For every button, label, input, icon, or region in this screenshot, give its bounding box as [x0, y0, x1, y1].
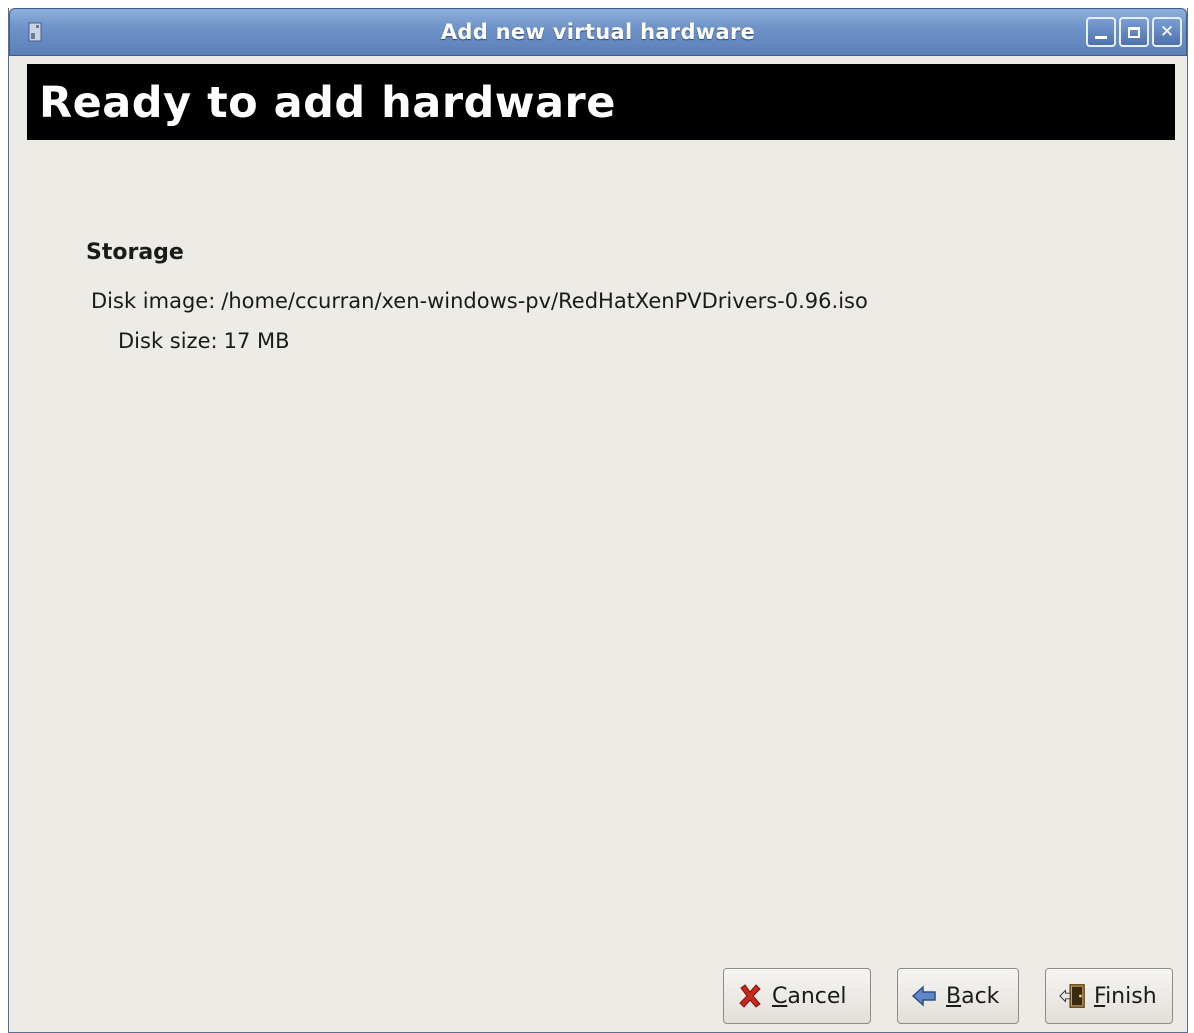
cancel-label: Cancel: [772, 983, 847, 1009]
section-heading-storage: Storage: [86, 240, 184, 265]
maximize-button[interactable]: [1119, 17, 1149, 47]
back-arrow-icon: [910, 982, 938, 1010]
finish-button[interactable]: Finish: [1045, 968, 1173, 1024]
header-banner: Ready to add hardware: [27, 64, 1175, 140]
minimize-button[interactable]: [1086, 17, 1116, 47]
close-button[interactable]: ✕: [1152, 17, 1182, 47]
disk-image-label: Disk image:: [91, 289, 216, 313]
finish-label: Finish: [1094, 983, 1157, 1009]
close-icon: ✕: [1159, 22, 1175, 42]
disk-size-value: 17 MB: [223, 329, 290, 353]
minimize-icon: [1095, 36, 1107, 39]
back-label: Back: [946, 983, 1000, 1009]
page-title: Ready to add hardware: [39, 78, 616, 128]
disk-image-row: Disk image:/home/ccurran/xen-windows-pv/…: [91, 289, 868, 313]
disk-size-row: Disk size: 17 MB: [118, 329, 290, 353]
window-controls: ✕: [1086, 17, 1182, 47]
dialog-window: Add new virtual hardware ✕ Ready to add …: [8, 8, 1188, 1033]
disk-image-value: /home/ccurran/xen-windows-pv/RedHatXenPV…: [221, 289, 868, 313]
title-bar[interactable]: Add new virtual hardware ✕: [9, 8, 1187, 56]
cancel-button[interactable]: Cancel: [723, 968, 871, 1024]
dialog-buttons: Cancel Back Finish: [723, 968, 1173, 1024]
window-title: Add new virtual hardware: [440, 20, 756, 44]
back-button[interactable]: Back: [897, 968, 1019, 1024]
cancel-x-icon: [736, 982, 764, 1010]
maximize-icon: [1128, 26, 1140, 38]
disk-size-label: Disk size:: [118, 329, 218, 353]
finish-door-icon: [1058, 982, 1086, 1010]
